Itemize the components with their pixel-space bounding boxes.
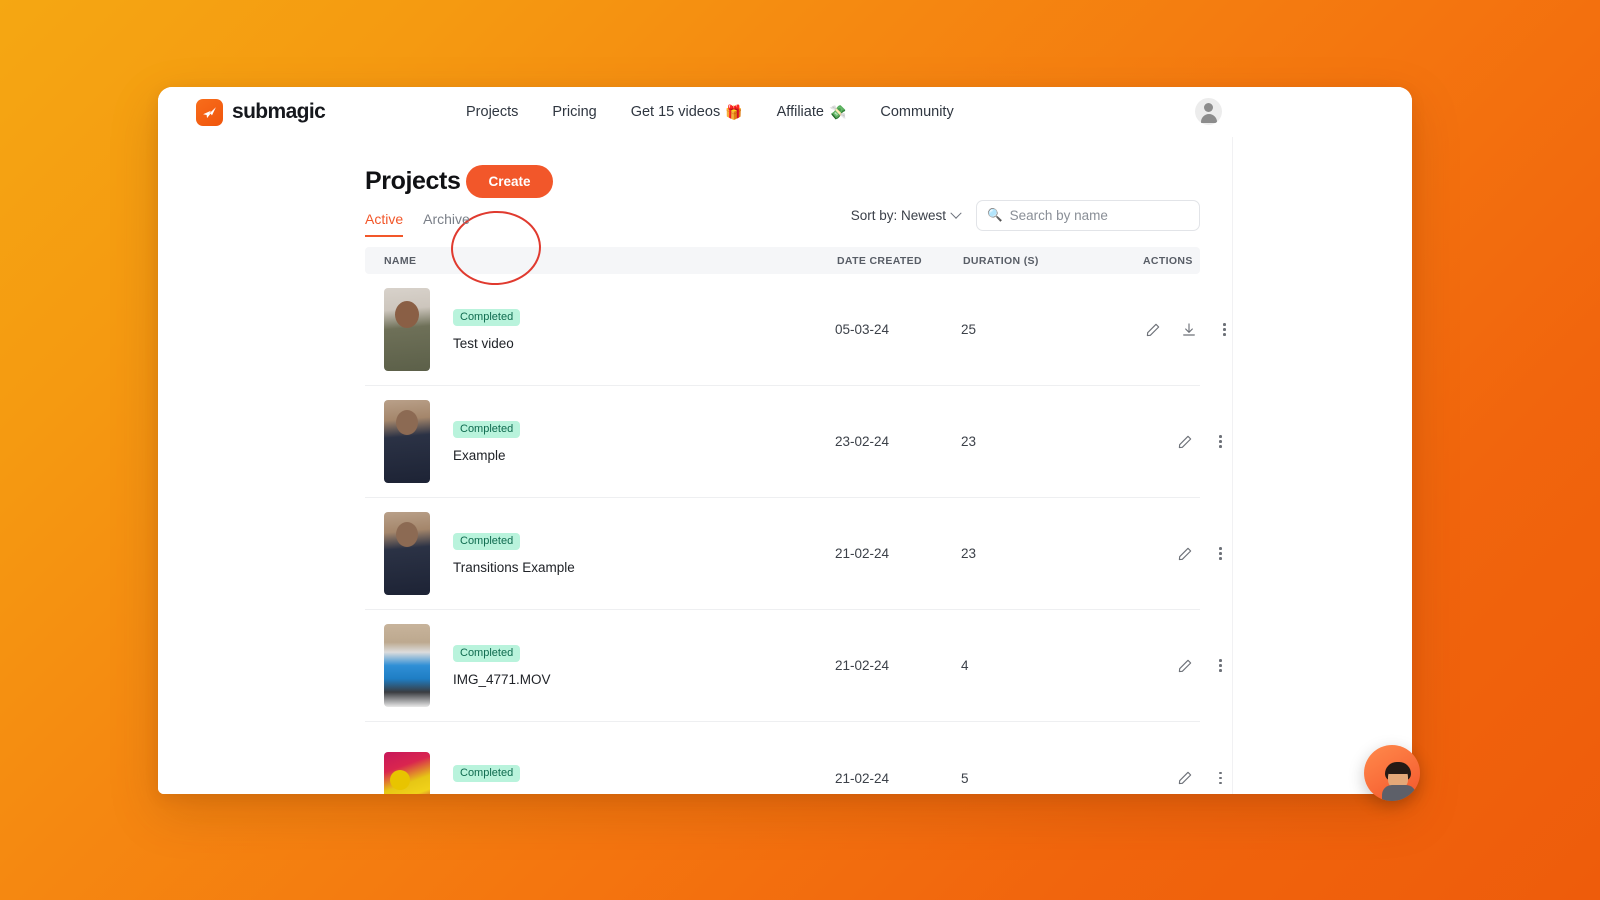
status-badge: Completed xyxy=(453,308,521,326)
project-duration: 4 xyxy=(961,658,969,673)
nav-link-get-15-videos[interactable]: Get 15 videos 🎁 xyxy=(631,104,743,120)
nav-link-affiliate[interactable]: Affiliate 💸 xyxy=(777,104,847,120)
project-date: 21-02-24 xyxy=(835,770,890,786)
top-navigation-bar: submagic Projects Pricing Get 15 videos … xyxy=(158,87,1412,137)
project-name: Test video xyxy=(453,335,514,351)
table-row[interactable]: Completed Test video 05-03-24 25 xyxy=(365,274,1226,386)
project-date: 21-02-24 xyxy=(835,658,890,673)
status-badge: Completed xyxy=(453,644,521,662)
project-name: Example xyxy=(453,447,506,463)
more-options-icon[interactable] xyxy=(1215,320,1234,339)
table-row[interactable]: Completed 21-02-24 5 xyxy=(365,722,1222,794)
project-thumbnail xyxy=(384,512,430,595)
project-name-cell: Completed Example xyxy=(365,400,835,483)
app-window: submagic Projects Pricing Get 15 videos … xyxy=(158,87,1412,794)
edit-pencil-icon[interactable] xyxy=(1175,769,1194,788)
tab-archive[interactable]: Archive xyxy=(423,211,470,237)
column-header-duration: DURATION (S) xyxy=(963,254,1039,267)
project-actions xyxy=(1107,544,1230,563)
edit-pencil-icon[interactable] xyxy=(1175,656,1194,675)
avatar-body-shape xyxy=(1200,114,1217,123)
column-header-date-created: DATE CREATED xyxy=(837,254,922,267)
project-info: Completed IMG_4771.MOV xyxy=(453,644,551,687)
nav-link-community[interactable]: Community xyxy=(880,104,953,120)
search-box[interactable]: 🔍 xyxy=(976,200,1200,231)
projects-table: NAME DATE CREATED DURATION (S) ACTIONS C… xyxy=(365,247,1226,794)
project-date: 21-02-24 xyxy=(835,546,890,561)
support-agent-avatar-icon xyxy=(1382,757,1416,801)
controls-row: Active Archive Sort by: Newest 🔍 xyxy=(158,193,1232,237)
search-input[interactable] xyxy=(1009,208,1189,223)
edit-pencil-icon[interactable] xyxy=(1175,544,1194,563)
project-thumbnail xyxy=(384,624,430,707)
project-info: Completed Test video xyxy=(453,308,521,351)
project-name: Transitions Example xyxy=(453,559,575,575)
page-header: Projects Create xyxy=(158,137,1232,198)
project-thumbnail xyxy=(384,288,430,371)
project-actions xyxy=(1107,432,1230,451)
project-name-cell: Completed Transitions Example xyxy=(365,512,835,595)
project-actions xyxy=(1107,320,1234,339)
nav-link-affiliate-label: Affiliate xyxy=(776,104,824,120)
column-header-actions: ACTIONS xyxy=(1143,254,1193,267)
sort-by-dropdown[interactable]: Sort by: Newest xyxy=(850,207,962,223)
project-actions xyxy=(1107,769,1230,788)
submagic-rocket-icon xyxy=(196,98,223,126)
tab-active[interactable]: Active xyxy=(365,211,404,237)
project-name-cell: Completed xyxy=(365,752,835,794)
sort-by-label: Sort by: Newest xyxy=(850,208,946,223)
main-content-panel: Projects Create Active Archive Sort by: … xyxy=(158,137,1233,794)
nav-link-pricing[interactable]: Pricing xyxy=(552,104,596,120)
page-title: Projects xyxy=(365,167,461,195)
project-actions xyxy=(1107,656,1230,675)
project-duration: 25 xyxy=(961,322,977,337)
table-header-row: NAME DATE CREATED DURATION (S) ACTIONS xyxy=(365,247,1200,274)
search-icon: 🔍 xyxy=(987,208,1003,223)
more-options-icon[interactable] xyxy=(1211,769,1230,788)
status-badge: Completed xyxy=(453,764,521,782)
project-date: 23-02-24 xyxy=(835,434,890,449)
download-icon[interactable] xyxy=(1179,320,1198,339)
user-avatar-icon[interactable] xyxy=(1195,98,1222,125)
nav-link-community-label: Community xyxy=(880,104,954,120)
money-with-wings-icon: 💸 xyxy=(828,104,847,120)
project-name: IMG_4771.MOV xyxy=(453,671,551,687)
table-row[interactable]: Completed IMG_4771.MOV 21-02-24 4 xyxy=(365,610,1222,722)
status-badge: Completed xyxy=(453,420,521,438)
status-badge: Completed xyxy=(453,532,521,550)
list-controls: Sort by: Newest 🔍 xyxy=(851,200,1200,231)
project-name-cell: Completed IMG_4771.MOV xyxy=(365,624,835,707)
table-row[interactable]: Completed Transitions Example 21-02-24 2… xyxy=(365,498,1222,610)
project-thumbnail xyxy=(384,752,430,794)
nav-links: Projects Pricing Get 15 videos 🎁 Affilia… xyxy=(466,104,954,120)
more-options-icon[interactable] xyxy=(1211,544,1230,563)
project-date: 05-03-24 xyxy=(835,322,890,337)
nav-link-projects-label: Projects xyxy=(466,104,519,120)
chevron-down-icon xyxy=(950,207,962,219)
project-duration: 5 xyxy=(961,770,969,786)
column-header-name: NAME xyxy=(384,254,417,267)
project-tabs: Active Archive xyxy=(365,211,470,237)
project-info: Completed xyxy=(453,764,521,792)
project-duration: 23 xyxy=(961,434,977,449)
more-options-icon[interactable] xyxy=(1211,656,1230,675)
edit-pencil-icon[interactable] xyxy=(1175,432,1194,451)
project-info: Completed Transitions Example xyxy=(453,532,575,575)
gift-icon: 🎁 xyxy=(725,104,743,120)
table-row[interactable]: Completed Example 23-02-24 23 xyxy=(365,386,1222,498)
brand-logo[interactable]: submagic xyxy=(196,98,436,126)
nav-link-pricing-label: Pricing xyxy=(552,104,597,120)
support-chat-widget[interactable] xyxy=(1364,745,1420,801)
nav-link-get-15-videos-label: Get 15 videos xyxy=(630,104,721,120)
more-options-icon[interactable] xyxy=(1211,432,1230,451)
project-name-cell: Completed Test video xyxy=(365,288,835,371)
avatar-head-shape xyxy=(1204,103,1213,112)
nav-link-projects[interactable]: Projects xyxy=(466,104,518,120)
project-info: Completed Example xyxy=(453,420,521,463)
brand-name: submagic xyxy=(232,100,326,123)
edit-pencil-icon[interactable] xyxy=(1143,320,1162,339)
project-thumbnail xyxy=(384,400,430,483)
project-duration: 23 xyxy=(961,546,977,561)
